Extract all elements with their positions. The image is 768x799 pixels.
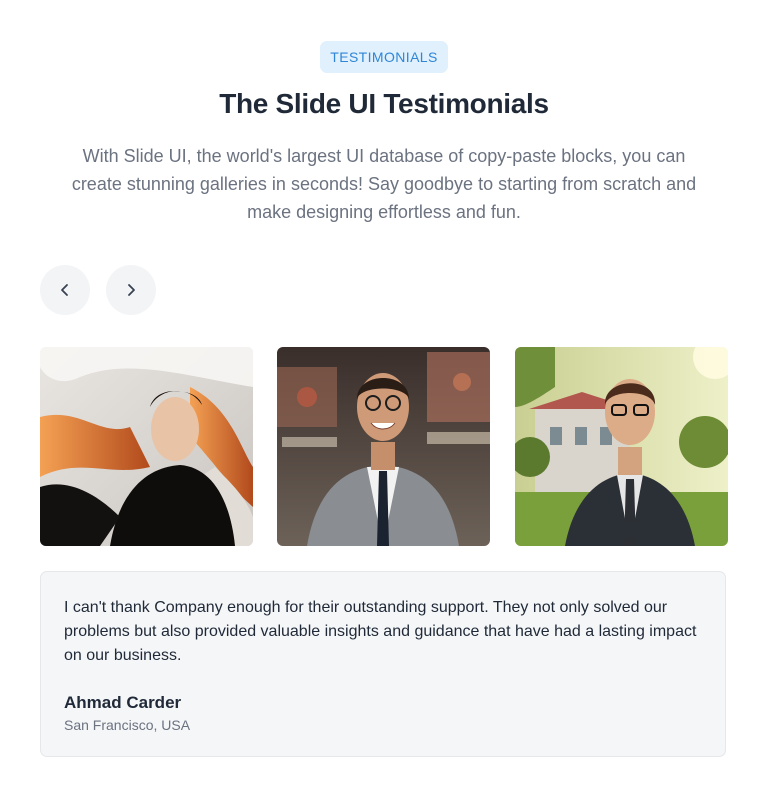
author-location: San Francisco, USA [64, 717, 191, 733]
testimonial-photo-3[interactable] [515, 347, 728, 546]
section-description: With Slide UI, the world's largest UI da… [71, 146, 697, 222]
previous-button[interactable] [40, 265, 90, 315]
page-title: The Slide UI Testimonials [219, 88, 549, 119]
chevron-right-icon [128, 284, 135, 296]
man-portrait-image [515, 347, 728, 546]
testimonial-photo-2[interactable] [277, 347, 490, 546]
testimonial-card: I can't thank Company enough for their o… [40, 571, 726, 757]
man-portrait-image [277, 347, 490, 546]
woman-portrait-image [40, 347, 253, 546]
next-button[interactable] [106, 265, 156, 315]
section-badge: TESTIMONIALS [320, 41, 448, 73]
author-name: Ahmad Carder [64, 693, 182, 712]
testimonial-photo-1[interactable] [40, 347, 253, 546]
chevron-left-icon [61, 284, 68, 296]
testimonial-quote: I can't thank Company enough for their o… [64, 599, 697, 664]
testimonials-section: TESTIMONIALS The Slide UI Testimonials W… [0, 0, 768, 799]
